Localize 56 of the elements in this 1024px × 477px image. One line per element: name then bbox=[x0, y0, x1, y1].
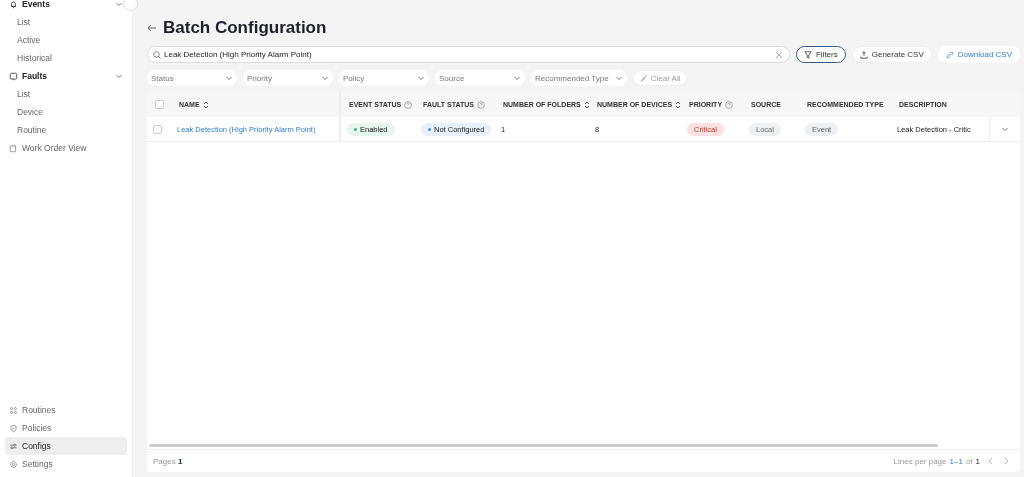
link-icon bbox=[945, 50, 954, 59]
row-checkbox[interactable] bbox=[153, 124, 162, 134]
help-icon bbox=[725, 100, 734, 109]
filter-dropdown[interactable]: Policy bbox=[339, 70, 429, 86]
help-icon bbox=[404, 100, 413, 109]
sidebar-item[interactable]: Configs bbox=[5, 437, 127, 455]
sidebar-item[interactable]: Active bbox=[5, 31, 127, 49]
sidebar-item[interactable]: List bbox=[5, 85, 127, 103]
nodes-icon bbox=[9, 405, 18, 415]
sort-icon bbox=[202, 100, 209, 109]
fault-icon bbox=[9, 71, 18, 81]
filter-dropdown[interactable]: Status bbox=[147, 70, 237, 86]
scrollbar[interactable] bbox=[149, 444, 938, 447]
sidebar-section[interactable]: Events bbox=[5, 0, 127, 13]
chevron-down-icon bbox=[417, 74, 425, 82]
total-text: 1 bbox=[975, 456, 980, 466]
search-field[interactable]: Leak Detection (High Priority Alarm Point) bbox=[147, 46, 790, 63]
upload-icon bbox=[859, 50, 868, 59]
settings-icon bbox=[9, 459, 18, 469]
sidebar-item[interactable]: Device bbox=[5, 103, 127, 121]
filter-dropdown[interactable]: Recommended Type bbox=[531, 70, 627, 86]
sidebar-item[interactable]: Historical bbox=[5, 49, 127, 67]
page-title: Batch Configuration bbox=[163, 18, 327, 38]
chevron-down-icon bbox=[225, 74, 233, 82]
sidebar-item[interactable]: List bbox=[5, 13, 127, 31]
sliders-icon bbox=[9, 441, 18, 451]
filter-dropdown[interactable]: Priority bbox=[243, 70, 333, 86]
chevron-down-icon bbox=[614, 74, 623, 82]
sidebar-item[interactable]: Work Order View bbox=[5, 139, 127, 157]
filter-dropdown[interactable]: Source bbox=[435, 70, 525, 86]
sidebar-item[interactable]: Routine bbox=[5, 121, 127, 139]
chevron-down-icon bbox=[513, 74, 521, 82]
action-button[interactable]: Download CSV bbox=[937, 46, 1020, 63]
action-button[interactable]: Generate CSV bbox=[851, 46, 932, 63]
sidebar-item[interactable]: Policies bbox=[5, 419, 127, 437]
chevron-down-icon bbox=[321, 74, 329, 82]
bell-icon bbox=[9, 0, 18, 9]
close-icon[interactable] bbox=[775, 51, 782, 58]
sort-icon bbox=[583, 100, 590, 109]
action-button[interactable]: Filters bbox=[795, 46, 846, 63]
sort-icon bbox=[675, 100, 682, 109]
sidebar-section[interactable]: Faults bbox=[5, 67, 127, 85]
sidebar-item[interactable]: Settings bbox=[5, 455, 127, 473]
back-arrow-icon[interactable] bbox=[147, 24, 157, 32]
sidebar-item[interactable]: Routines bbox=[5, 401, 127, 419]
of-text: of bbox=[965, 456, 973, 466]
lines-per-page-label: Lines per page bbox=[893, 456, 947, 466]
collapse-button[interactable] bbox=[123, 0, 138, 11]
help-icon bbox=[476, 100, 485, 109]
shield-check-icon bbox=[9, 423, 18, 433]
chevron-down-icon bbox=[1001, 125, 1009, 133]
select-all-checkbox[interactable] bbox=[155, 100, 164, 109]
pages-label: Pages 1 bbox=[153, 456, 183, 466]
filter-icon bbox=[803, 50, 812, 59]
range-text: 1–1 bbox=[949, 456, 963, 466]
expand-row-button[interactable] bbox=[989, 117, 1020, 142]
